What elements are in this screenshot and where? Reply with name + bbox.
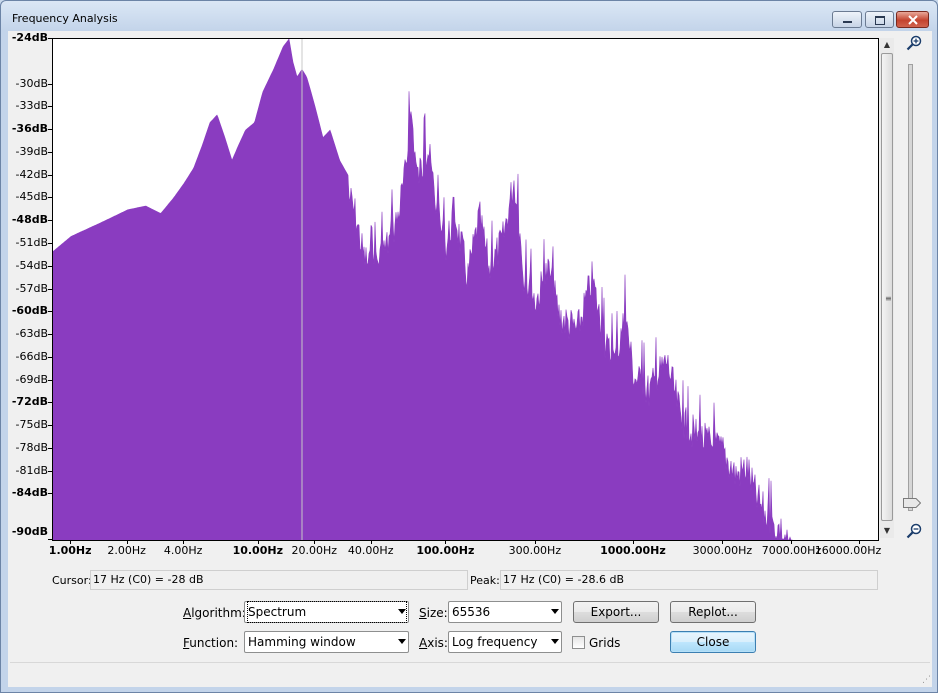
y-tick-label: -84dB [11, 486, 48, 500]
restore-icon [875, 16, 885, 25]
peak-label: Peak: [470, 574, 500, 587]
y-tick-label: -33dB [15, 99, 49, 113]
title-bar[interactable]: Frequency Analysis [1, 1, 937, 31]
x-tick-label: 300.00Hz [508, 544, 562, 557]
x-tick-mark [183, 540, 185, 544]
function-label-text: unction: [189, 636, 239, 650]
y-tick-label: -42dB [15, 167, 49, 181]
y-tick-label: -90dB [11, 525, 48, 538]
y-tick-label: -39dB [15, 144, 49, 158]
y-tick-label: -57dB [15, 281, 49, 295]
y-tick-label: -78dB [15, 440, 49, 454]
size-label: Size: [419, 606, 448, 620]
y-tick-label: -75dB [15, 418, 49, 432]
chevron-down-icon [551, 609, 559, 614]
grip-icon: ≡ [885, 294, 892, 303]
zoom-in-icon[interactable] [906, 35, 922, 51]
x-tick-mark [722, 540, 724, 544]
close-window-button[interactable] [896, 11, 929, 28]
scroll-down-arrow-icon[interactable]: ▼ [880, 524, 894, 538]
x-tick-mark [314, 540, 316, 544]
dialog-client-area: -24dB -30dB -33dB -36dB -39dB -42dB -45dB -48dB… [8, 31, 932, 687]
x-tick-mark [70, 540, 72, 544]
function-value: Hamming window [248, 635, 356, 649]
y-tick-label: -24dB [11, 31, 48, 44]
export-button[interactable]: Export... [573, 601, 659, 623]
chevron-down-icon [398, 639, 406, 644]
x-tick-label: 3000.00Hz [692, 544, 753, 557]
x-tick-label: 10.00Hz [232, 544, 283, 557]
resize-grip-icon[interactable]: ⋰ [922, 675, 931, 685]
x-tick-label: 40.00Hz [347, 544, 394, 557]
vertical-scrollbar[interactable]: ▲ ≡ ▼ [880, 38, 894, 538]
replot-button[interactable]: Replot... [670, 601, 756, 623]
size-select[interactable]: 65536 [448, 601, 562, 623]
y-tick-label: -60dB [11, 304, 48, 318]
window-title: Frequency Analysis [12, 12, 118, 25]
x-tick-label: 2.00Hz [107, 544, 146, 557]
peak-readout: 17 Hz (C0) = -28.6 dB [500, 570, 878, 590]
y-tick-label: -45dB [15, 190, 49, 204]
y-tick-label: -63dB [15, 327, 49, 341]
x-tick-mark [791, 540, 793, 544]
x-tick-label: 7000.00Hz [761, 544, 822, 557]
spectrum-plot[interactable] [52, 38, 879, 541]
x-tick-mark [257, 540, 259, 544]
minimize-icon [843, 21, 852, 23]
x-tick-label: 1.00Hz [48, 544, 92, 557]
chevron-down-icon [551, 639, 559, 644]
size-label-text: ize: [426, 606, 448, 620]
axis-label: Axis: [419, 636, 448, 650]
grids-checkbox[interactable] [572, 636, 585, 649]
scrollbar-thumb[interactable]: ≡ [881, 53, 893, 521]
algorithm-select[interactable]: Spectrum [244, 601, 409, 623]
y-tick-label: -72dB [11, 395, 48, 409]
zoom-slider-track[interactable] [908, 64, 913, 511]
y-tick-label: -30dB [15, 76, 49, 90]
separator [10, 662, 930, 663]
grids-label[interactable]: Grids [589, 636, 620, 650]
axis-label-text: xis: [427, 636, 448, 650]
restore-button[interactable] [865, 11, 894, 28]
zoom-out-icon[interactable] [906, 523, 922, 539]
close-button[interactable]: Close [670, 631, 756, 653]
function-select[interactable]: Hamming window [244, 631, 409, 653]
algorithm-value: Spectrum [246, 601, 408, 623]
x-tick-label: 1000.00Hz [600, 544, 666, 557]
x-tick-mark [632, 540, 634, 544]
y-tick-label: -81dB [15, 463, 49, 477]
close-icon [908, 15, 918, 25]
axis-select[interactable]: Log frequency [448, 631, 562, 653]
x-tick-mark [534, 540, 536, 544]
x-tick-mark [858, 540, 860, 544]
y-tick-label: -48dB [11, 213, 48, 227]
x-tick-mark [445, 540, 447, 544]
size-value: 65536 [452, 605, 491, 619]
spectrum-area [53, 39, 793, 540]
x-tick-label: 20.00Hz [291, 544, 338, 557]
algorithm-label-text: lgorithm: [191, 606, 246, 620]
axis-value: Log frequency [452, 635, 538, 649]
y-tick-label: -54dB [15, 258, 49, 272]
spectrum-chart [53, 39, 793, 540]
scroll-up-arrow-icon[interactable]: ▲ [880, 38, 894, 52]
algorithm-label: Algorithm: [183, 606, 246, 620]
minimize-button[interactable] [832, 11, 862, 28]
y-tick-label: -69dB [15, 372, 49, 386]
x-tick-mark [126, 540, 128, 544]
x-tick-label: 4.00Hz [163, 544, 203, 557]
y-tick-label: -36dB [11, 122, 48, 136]
chevron-down-icon [398, 609, 406, 614]
cursor-label: Cursor: [52, 574, 92, 587]
x-tick-label: 100.00Hz [416, 544, 475, 557]
x-tick-label: 16000.00Hz [814, 544, 882, 557]
x-tick-mark [370, 540, 372, 544]
y-tick-label: -51dB [15, 235, 49, 249]
cursor-readout: 17 Hz (C0) = -28 dB [90, 570, 468, 590]
function-label: Function: [183, 636, 239, 650]
zoom-slider-thumb[interactable] [903, 498, 921, 508]
y-tick-label: -66dB [15, 349, 49, 363]
frequency-analysis-window: Frequency Analysis -24dB -30dB -33dB -36dB -… [0, 0, 938, 693]
